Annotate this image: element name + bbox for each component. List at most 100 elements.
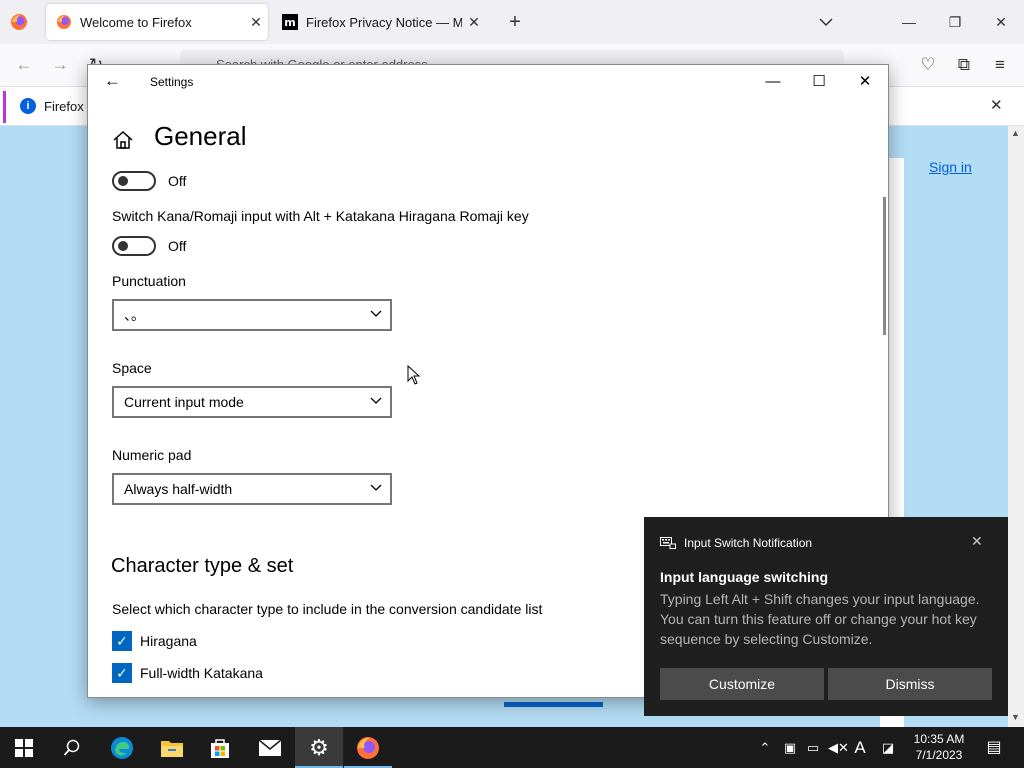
dismiss-button[interactable]: Dismiss	[828, 668, 992, 700]
tab-welcome-to-firefox[interactable]: Welcome to Firefox ✕	[46, 4, 268, 40]
folder-icon	[161, 740, 183, 757]
kana-romaji-toggle[interactable]	[112, 236, 156, 256]
firefox-view-icon[interactable]	[10, 13, 28, 31]
toggle-switch[interactable]	[112, 171, 156, 191]
page-progress-strip	[504, 702, 603, 707]
search-button[interactable]	[48, 727, 96, 768]
space-value: Current input mode	[124, 394, 244, 410]
device-icon[interactable]: ▣	[782, 739, 798, 757]
kana-romaji-label: Switch Kana/Romaji input with Alt + Kata…	[112, 208, 529, 224]
start-button[interactable]	[0, 727, 48, 768]
tab-title: Firefox Privacy Notice — Mozil	[306, 14, 462, 30]
pocket-icon[interactable]: ♡	[917, 54, 939, 76]
notification-center-icon[interactable]: ▤	[983, 739, 1005, 757]
taskbar-firefox[interactable]	[344, 727, 392, 768]
taskbar-edge[interactable]	[98, 727, 146, 768]
taskbar-settings[interactable]: ⚙	[295, 727, 343, 768]
numeric-pad-label: Numeric pad	[112, 447, 192, 463]
back-arrow-icon[interactable]: ←	[13, 54, 35, 76]
taskbar: ⚙ ⌃ ▣ ▭ ◀✕ A ◪ 10:35 AM 7/1/2023 ▤	[0, 727, 1024, 768]
scroll-up-icon[interactable]: ▲	[1011, 128, 1020, 138]
punctuation-dropdown[interactable]: 、。	[112, 299, 392, 331]
toggle-knob	[118, 176, 128, 186]
mouse-cursor-icon	[407, 365, 421, 385]
extensions-icon[interactable]: ⧉	[953, 54, 975, 76]
checkbox-partially-visible[interactable]	[112, 695, 132, 697]
hamburger-menu-icon[interactable]: ≡	[989, 54, 1011, 76]
edge-icon	[111, 736, 133, 759]
info-icon: i	[20, 98, 36, 114]
svg-text:m: m	[284, 16, 295, 29]
close-window-icon[interactable]: ✕	[986, 8, 1016, 36]
settings-window-title: Settings	[150, 75, 194, 89]
character-type-description: Select which character type to include i…	[112, 601, 543, 617]
ime-mode-indicator[interactable]: A	[852, 739, 868, 757]
firefox-logo-icon	[357, 736, 379, 759]
checkbox-label: Full-width Katakana	[140, 665, 263, 681]
settings-title-bar: ← Settings — ☐ ✕	[88, 65, 888, 99]
settings-scrollbar[interactable]	[883, 197, 886, 335]
back-arrow-icon[interactable]: ←	[104, 71, 121, 91]
maximize-icon[interactable]: ☐	[796, 69, 842, 95]
system-clock[interactable]: 10:35 AM 7/1/2023	[910, 731, 968, 763]
close-icon[interactable]: ✕	[990, 96, 1003, 114]
checkbox-label: Hiragana	[140, 633, 197, 649]
chevron-down-icon	[370, 310, 382, 317]
chevron-down-icon	[370, 484, 382, 491]
numeric-pad-dropdown[interactable]: Always half-width	[112, 473, 392, 505]
toggle-state-label: Off	[168, 238, 187, 254]
clock-date: 7/1/2023	[915, 748, 963, 762]
close-tab-icon[interactable]: ✕	[244, 14, 268, 31]
taskbar-file-explorer[interactable]	[148, 727, 196, 768]
checkbox-full-width-katakana[interactable]: ✓ Full-width Katakana	[112, 663, 263, 683]
close-tab-icon[interactable]: ✕	[462, 14, 486, 31]
notice-accent	[3, 91, 6, 123]
checkbox-hiragana[interactable]: ✓ Hiragana	[112, 631, 197, 651]
ime-options-icon[interactable]: ◪	[880, 739, 896, 757]
page-title: General	[154, 121, 247, 151]
new-tab-button[interactable]: +	[503, 9, 527, 35]
toggle-state-label: Off	[168, 173, 187, 189]
customize-button[interactable]: Customize	[660, 668, 824, 700]
minimize-icon[interactable]: —	[750, 69, 796, 95]
checkmark-icon[interactable]: ✓	[112, 631, 132, 651]
mozilla-logo-icon: m	[282, 14, 298, 30]
firefox-tab-bar: Welcome to Firefox ✕ m Firefox Privacy N…	[0, 0, 1024, 44]
gear-icon: ⚙	[309, 734, 329, 760]
windows-logo-icon	[15, 738, 33, 757]
close-window-icon[interactable]: ✕	[842, 69, 888, 95]
toast-title: Input language switching	[660, 569, 828, 585]
toggle-knob	[118, 241, 128, 251]
punctuation-value: 、。	[124, 307, 145, 323]
firefox-logo-icon	[57, 15, 71, 29]
toast-body: Typing Left Alt + Shift changes your inp…	[660, 591, 980, 647]
page-scrollbar[interactable]: ▲ ▼	[1008, 126, 1024, 727]
chevron-down-icon	[370, 397, 382, 404]
space-label: Space	[112, 360, 152, 376]
toggle-row-kana: Off	[112, 236, 186, 256]
forward-arrow-icon[interactable]: →	[49, 54, 71, 76]
toggle-row-1: Off	[112, 171, 186, 191]
network-icon[interactable]: ▭	[805, 739, 821, 757]
keyboard-icon	[660, 537, 676, 549]
chevron-up-icon[interactable]: ⌃	[758, 739, 772, 757]
sign-in-link[interactable]: Sign in	[929, 159, 972, 175]
store-icon	[211, 738, 229, 758]
space-dropdown[interactable]: Current input mode	[112, 386, 392, 418]
chevron-down-icon[interactable]	[814, 12, 838, 32]
home-icon	[113, 130, 133, 149]
scroll-down-icon[interactable]: ▼	[1011, 712, 1020, 722]
taskbar-store[interactable]	[196, 727, 244, 768]
taskbar-mail[interactable]	[246, 727, 294, 768]
clock-time: 10:35 AM	[913, 732, 965, 746]
mail-icon	[258, 738, 282, 756]
tab-title: Welcome to Firefox	[80, 14, 192, 30]
restore-icon[interactable]: ❐	[940, 8, 970, 36]
volume-muted-icon[interactable]: ◀✕	[828, 739, 849, 757]
search-icon	[63, 739, 80, 756]
minimize-icon[interactable]: —	[894, 8, 924, 36]
tab-firefox-privacy-notice[interactable]: m Firefox Privacy Notice — Mozil ✕	[272, 4, 486, 40]
character-type-heading: Character type & set	[111, 555, 294, 577]
close-icon[interactable]: ✕	[971, 533, 983, 550]
checkmark-icon[interactable]: ✓	[112, 663, 132, 683]
